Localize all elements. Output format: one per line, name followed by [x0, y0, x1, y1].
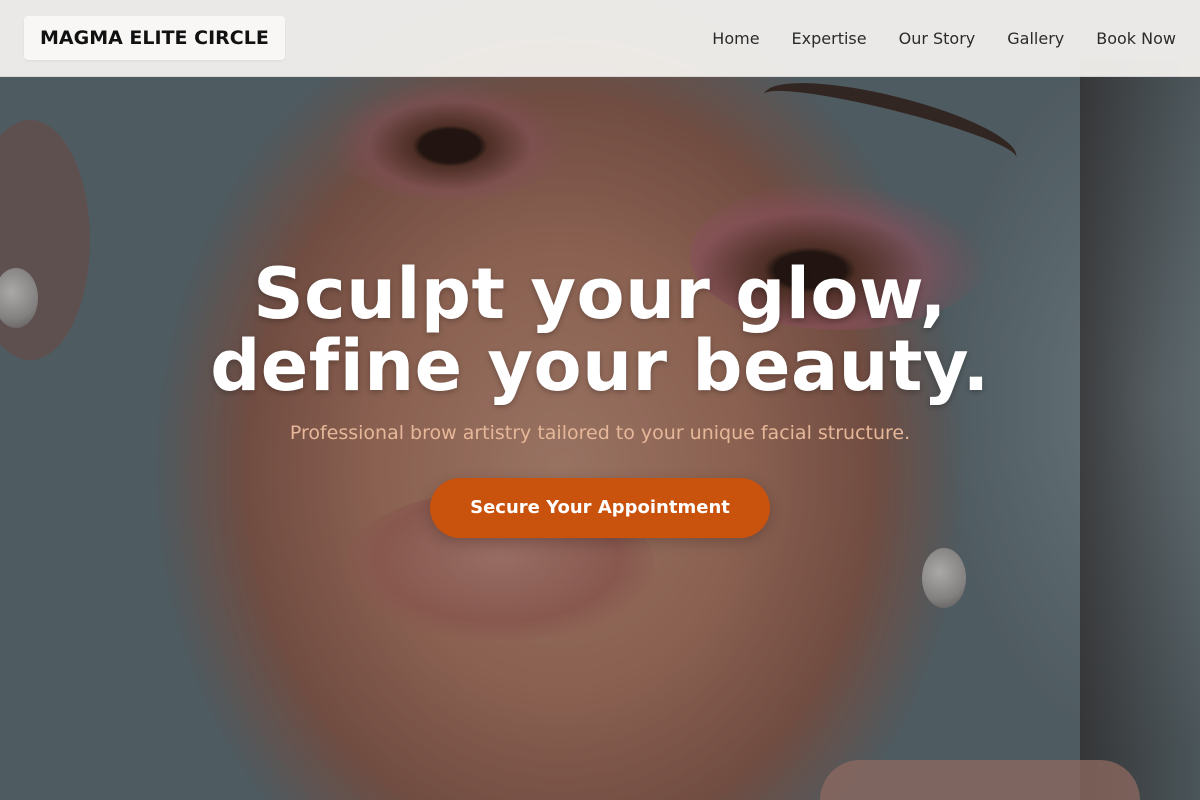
hero-headline: Sculpt your glow, define your beauty. [0, 258, 1200, 402]
hero-subtitle: Professional brow artistry tailored to y… [289, 422, 911, 444]
secure-appointment-button[interactable]: Secure Your Appointment [430, 478, 770, 538]
top-navbar: MAGMA ELITE CIRCLE Home Expertise Our St… [0, 0, 1200, 77]
nav-link-gallery[interactable]: Gallery [1007, 29, 1064, 48]
nav-link-expertise[interactable]: Expertise [792, 29, 867, 48]
nav-link-book-now[interactable]: Book Now [1096, 29, 1176, 48]
hero-headline-line1: Sculpt your glow, [253, 253, 947, 335]
nav-link-our-story[interactable]: Our Story [899, 29, 976, 48]
hero-headline-line2: define your beauty. [210, 325, 990, 407]
main-nav: Home Expertise Our Story Gallery Book No… [712, 29, 1176, 48]
brand-logo[interactable]: MAGMA ELITE CIRCLE [24, 16, 285, 60]
nav-link-home[interactable]: Home [712, 29, 759, 48]
hero-content: Sculpt your glow, define your beauty. Pr… [0, 258, 1200, 538]
